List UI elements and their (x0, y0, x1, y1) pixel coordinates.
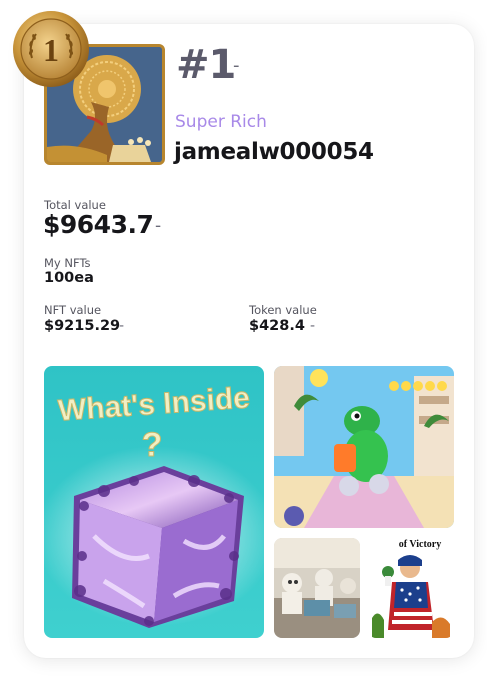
username[interactable]: jamealw000054 (174, 139, 374, 165)
medal-number: 1 (43, 32, 59, 68)
total-value-change: - (155, 216, 162, 236)
nft-value-change: - (119, 318, 125, 334)
token-value-label: Token value (249, 303, 317, 317)
poster-text: of Victory (399, 539, 442, 550)
token-value-change: - (310, 318, 316, 334)
gold-medal-icon: 1 (13, 11, 89, 87)
user-tier: Super Rich (175, 112, 267, 132)
token-value: $428.4 (249, 318, 305, 334)
nft-thumbnail-whats-inside[interactable]: What's Inside ? (44, 366, 264, 638)
rank-change: - (233, 55, 240, 76)
nft-thumbnail-dino-runner[interactable] (274, 366, 454, 528)
mystery-box-image: What's Inside ? (44, 366, 264, 638)
total-value: $9643.7 (43, 210, 154, 239)
victory-poster-image: of Victory (368, 538, 454, 638)
rank-number: #1 (176, 42, 236, 88)
nft-value-label: NFT value (44, 303, 102, 317)
my-nfts-count: 100ea (44, 270, 94, 286)
robot-classroom-image (274, 538, 360, 638)
nft-thumbnail-robot-classroom[interactable] (274, 538, 360, 638)
my-nfts-label: My NFTs (44, 256, 91, 270)
dino-runner-image (274, 366, 454, 528)
nft-thumbnail-victory-poster[interactable]: of Victory (368, 538, 454, 638)
nft-value: $9215.29 (44, 318, 121, 334)
box-question-mark: ? (142, 426, 163, 464)
